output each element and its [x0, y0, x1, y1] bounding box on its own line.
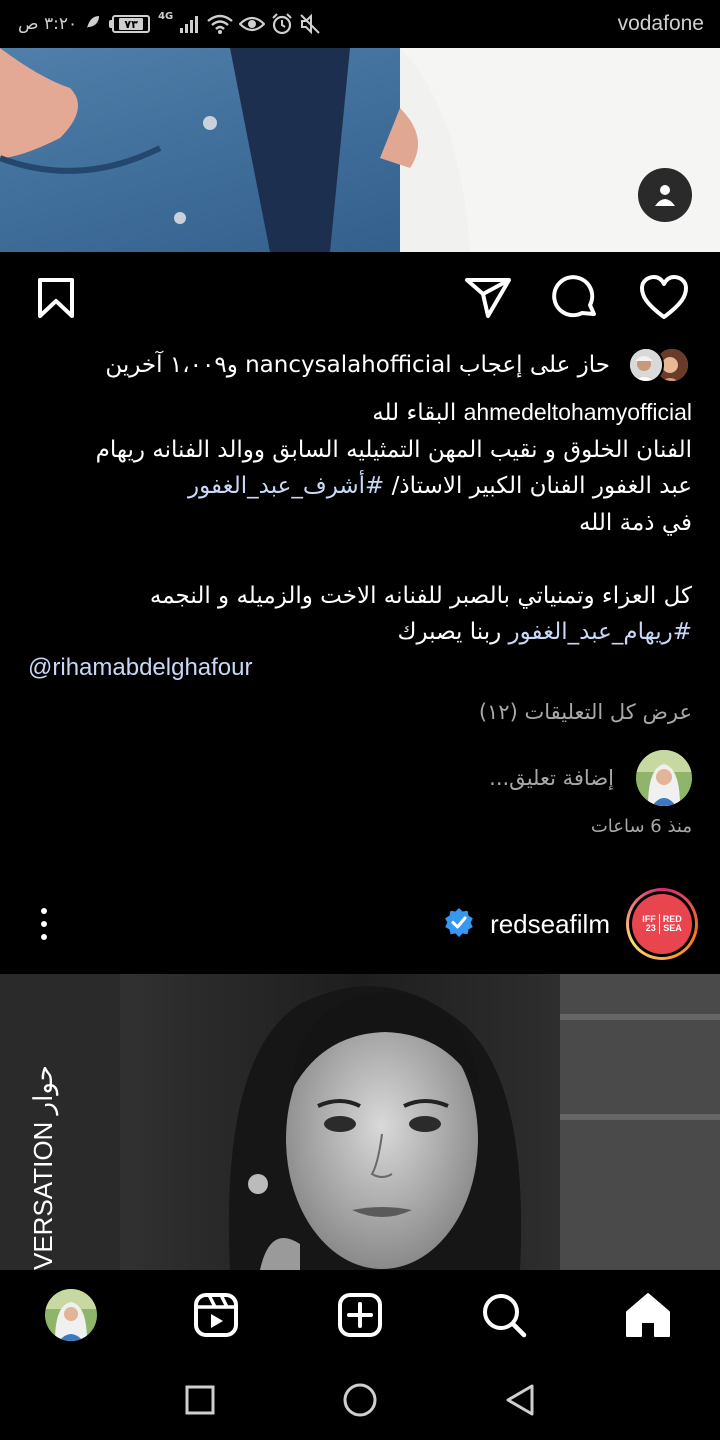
triangle-back-icon — [506, 1384, 534, 1416]
like-button[interactable] — [638, 272, 690, 324]
logo-text: SEA — [663, 923, 682, 933]
alarm-icon — [271, 13, 293, 35]
wifi-icon — [207, 14, 234, 34]
status-bar: ٣:٢٠ ص ٧٣ 4G vodafone — [0, 0, 720, 48]
dot-icon — [41, 908, 47, 914]
reels-icon — [194, 1293, 238, 1337]
signal-icon — [179, 15, 201, 33]
circle-icon — [343, 1383, 377, 1417]
carrier-name: vodafone — [617, 12, 704, 35]
redsea-logo: RED SEA IFF 23 — [632, 894, 692, 954]
home-icon — [626, 1293, 670, 1337]
leaf-icon — [85, 14, 101, 35]
plus-square-icon — [338, 1293, 382, 1337]
square-icon — [185, 1385, 215, 1415]
photo-overlay-text: VERSATION حوار — [28, 1065, 58, 1270]
post-username[interactable]: redseafilm — [490, 909, 610, 940]
battery-level: ٧٣ — [119, 18, 143, 31]
hashtag-link[interactable]: #أشرف_عبد_الغفور — [188, 473, 384, 499]
battery-icon: ٧٣ — [109, 15, 151, 33]
save-button[interactable] — [30, 272, 82, 324]
caption-line: البقاء لله — [372, 400, 457, 426]
post-caption: ahmedeltohamyofficial البقاء لله الفنان … — [28, 394, 692, 651]
profile-avatar — [45, 1289, 97, 1341]
liker-avatars — [626, 345, 690, 385]
liker-avatar — [628, 347, 664, 383]
share-button[interactable] — [462, 272, 514, 324]
comment-icon — [552, 275, 596, 318]
caption-username[interactable]: ahmedeltohamyofficial — [464, 399, 692, 425]
view-all-comments[interactable]: عرض كل التعليقات (١٢) — [479, 700, 692, 724]
nav-reels[interactable] — [189, 1288, 243, 1342]
home-system-button[interactable] — [340, 1380, 380, 1420]
post-actions — [0, 252, 720, 342]
add-comment-input[interactable]: إضافة تعليق... — [489, 766, 614, 790]
dot-icon — [41, 934, 47, 940]
back-button[interactable] — [500, 1380, 540, 1420]
caption-line: في ذمة الله — [578, 509, 692, 536]
mention-link[interactable]: @rihamabdelghafour — [28, 654, 253, 682]
heart-icon — [640, 275, 688, 319]
nav-search[interactable] — [477, 1288, 531, 1342]
dot-icon — [41, 921, 47, 927]
eye-icon — [239, 15, 266, 33]
mute-icon — [299, 13, 321, 35]
person-icon — [655, 185, 675, 206]
post-author[interactable]: RED SEA IFF 23 redseafilm — [444, 888, 698, 960]
search-icon — [483, 1294, 527, 1338]
story-ring[interactable]: RED SEA IFF 23 — [626, 888, 698, 960]
caption-line: عبد الغفور الفنان الكبير الاستاذ/ — [384, 473, 692, 499]
caption-line: ربنا يصبرك — [397, 619, 509, 645]
my-avatar — [636, 750, 692, 806]
send-icon — [465, 278, 511, 318]
post-image[interactable] — [0, 974, 720, 1270]
likes-summary[interactable]: حاز على إعجاب nancysalahofficial و١،٠٠٩ … — [105, 344, 690, 386]
caption-line: كل العزاء وتمنياتي بالصبر للفنانه الاخت … — [149, 582, 692, 609]
verified-badge-icon — [444, 907, 474, 941]
nav-home[interactable] — [621, 1288, 675, 1342]
network-type: 4G — [158, 11, 174, 22]
logo-text: 23 — [645, 923, 656, 933]
recents-button[interactable] — [180, 1380, 220, 1420]
caption-line: الفنان الخلوق و نقيب المهن التمثيليه الس… — [95, 436, 692, 463]
post-timestamp: منذ 6 ساعات — [590, 816, 692, 837]
hashtag-link[interactable]: #ريهام_عبد_الغفور — [509, 619, 692, 645]
more-options-button[interactable] — [32, 904, 56, 944]
post-image-previous[interactable] — [0, 48, 720, 252]
bottom-nav — [0, 1270, 720, 1358]
status-left: ٣:٢٠ ص ٧٣ 4G — [18, 11, 321, 35]
comment-button[interactable] — [550, 272, 602, 324]
nav-create[interactable] — [333, 1288, 387, 1342]
tagged-users-button[interactable] — [638, 168, 692, 222]
nav-profile[interactable] — [44, 1288, 98, 1342]
post-header: RED SEA IFF 23 redseafilm — [0, 880, 720, 970]
system-nav — [0, 1358, 720, 1440]
likes-text: حاز على إعجاب nancysalahofficial و١،٠٠٩ … — [105, 352, 610, 378]
status-time: ٣:٢٠ ص — [18, 14, 78, 34]
add-comment-row[interactable]: إضافة تعليق... — [489, 750, 692, 806]
bookmark-icon — [38, 278, 74, 318]
